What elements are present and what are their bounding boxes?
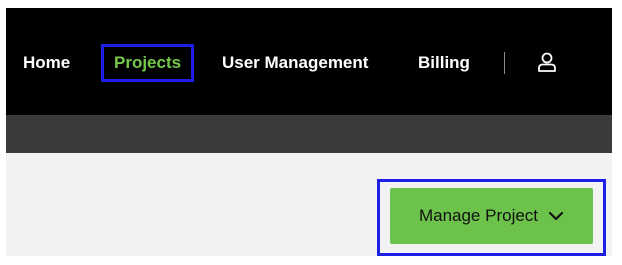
nav-item-user-management[interactable]: User Management	[222, 52, 368, 74]
nav-item-home[interactable]: Home	[23, 52, 70, 74]
manage-project-button[interactable]: Manage Project	[390, 188, 593, 244]
user-icon[interactable]	[536, 51, 558, 73]
main-content: Manage Project	[6, 153, 612, 256]
manage-project-label: Manage Project	[418, 206, 539, 225]
chevron-down-icon	[548, 211, 564, 221]
secondary-bar	[6, 115, 612, 153]
nav-divider	[504, 52, 505, 74]
nav-item-projects[interactable]: Projects	[114, 52, 181, 74]
top-navigation-bar: Home Projects User Management Billing	[6, 8, 612, 115]
app-frame: Home Projects User Management Billing Ma…	[6, 8, 612, 256]
nav-item-billing[interactable]: Billing	[418, 52, 470, 74]
